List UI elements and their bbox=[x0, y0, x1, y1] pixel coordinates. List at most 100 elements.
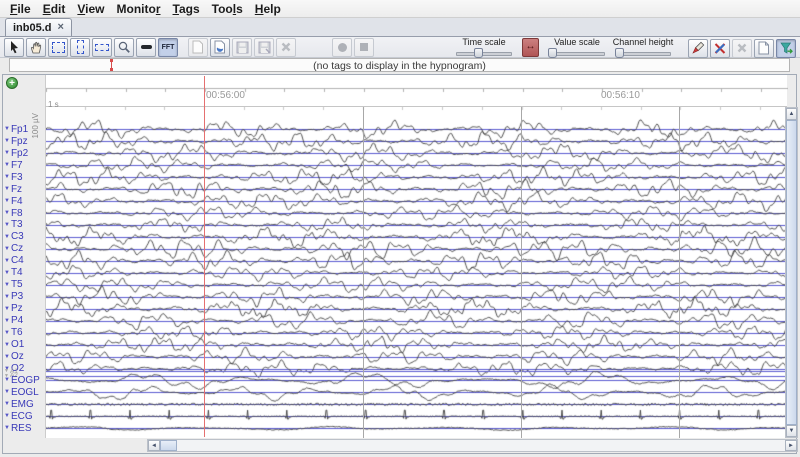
channel-label-cz[interactable]: ▼Cz bbox=[4, 243, 44, 254]
scroll-down-button[interactable]: ▼ bbox=[786, 425, 797, 437]
chevron-down-icon[interactable]: ▼ bbox=[4, 282, 10, 288]
chevron-down-icon[interactable]: ▼ bbox=[4, 234, 10, 240]
tag-page-button[interactable] bbox=[754, 39, 774, 58]
menu-item-monitor[interactable]: Monitor bbox=[111, 2, 167, 16]
add-tag-button[interactable]: + bbox=[6, 77, 18, 89]
channel-label-oz[interactable]: ▼Oz bbox=[4, 351, 44, 362]
page-separator-line bbox=[679, 107, 680, 438]
channel-label-fz[interactable]: ▼Fz bbox=[4, 184, 44, 195]
value-scale-track[interactable] bbox=[549, 48, 605, 58]
magnifier-button[interactable] bbox=[114, 38, 134, 57]
tab-close-icon[interactable]: × bbox=[58, 22, 64, 33]
channel-label-p4[interactable]: ▼P4 bbox=[4, 315, 44, 326]
vertical-scroll-thumb[interactable] bbox=[786, 120, 797, 425]
channel-label-eogp[interactable]: ▼EOGP bbox=[4, 375, 44, 386]
channel-label-t5[interactable]: ▼T5 bbox=[4, 279, 44, 290]
chevron-down-icon[interactable]: ▼ bbox=[4, 246, 10, 252]
channel-label-t3[interactable]: ▼T3 bbox=[4, 219, 44, 230]
chevron-down-icon[interactable]: ▼ bbox=[4, 377, 10, 383]
slider-thumb[interactable] bbox=[548, 48, 557, 58]
channel-label-fpz[interactable]: ▼Fpz bbox=[4, 136, 44, 147]
channel-label-res[interactable]: ▼RES bbox=[4, 423, 44, 434]
channel-label-o1[interactable]: ▼O1 bbox=[4, 339, 44, 350]
chevron-down-icon[interactable]: ▼ bbox=[4, 294, 10, 300]
chevron-down-icon[interactable]: ▼ bbox=[4, 222, 10, 228]
hypnogram-strip[interactable]: (no tags to display in the hypnogram) bbox=[9, 58, 790, 72]
chevron-down-icon[interactable]: ▼ bbox=[4, 354, 10, 360]
menu-item-view[interactable]: View bbox=[71, 2, 110, 16]
channel-label-fp1[interactable]: ▼Fp1 bbox=[4, 124, 44, 135]
filter-funnel-button[interactable] bbox=[776, 39, 796, 58]
tab-inb05d[interactable]: inb05.d × bbox=[5, 18, 72, 36]
chevron-down-icon[interactable]: ▼ bbox=[4, 342, 10, 348]
slider-thumb[interactable] bbox=[474, 48, 483, 58]
scroll-left-button[interactable]: ◄ bbox=[148, 440, 160, 451]
doc-new-button bbox=[188, 38, 208, 57]
horizontal-scroll-thumb[interactable] bbox=[160, 440, 177, 451]
time-scale-slider[interactable]: Time scale bbox=[454, 37, 514, 58]
menu-item-tools[interactable]: Tools bbox=[206, 2, 249, 16]
time-ruler bbox=[45, 75, 787, 107]
chevron-down-icon[interactable]: ▼ bbox=[4, 318, 10, 324]
channel-label-c4[interactable]: ▼C4 bbox=[4, 255, 44, 266]
fit-time-scale-button[interactable]: ↔ bbox=[522, 38, 539, 57]
signal-plot[interactable] bbox=[45, 107, 787, 438]
toolbar: FFT Time scale ↔ Value scale Channel hei… bbox=[0, 37, 800, 58]
tab-bar: inb05.d × bbox=[0, 18, 800, 37]
hand-pan-button[interactable] bbox=[26, 38, 46, 57]
chevron-down-icon[interactable]: ▼ bbox=[4, 413, 10, 419]
channel-height-slider[interactable]: Channel height bbox=[613, 37, 673, 58]
menu-item-help[interactable]: Help bbox=[249, 2, 287, 16]
menu-item-tags[interactable]: Tags bbox=[167, 2, 206, 16]
scroll-up-button[interactable]: ▲ bbox=[786, 108, 797, 120]
value-scale-slider[interactable]: Value scale bbox=[547, 37, 607, 58]
menu-item-file[interactable]: File bbox=[4, 2, 37, 16]
horizontal-scroll-track[interactable] bbox=[177, 440, 785, 451]
chevron-down-icon[interactable]: ▼ bbox=[4, 126, 10, 132]
chevron-down-icon[interactable]: ▼ bbox=[4, 330, 10, 336]
channel-height-track[interactable] bbox=[615, 48, 671, 58]
signal-plot-canvas[interactable] bbox=[46, 107, 788, 438]
chevron-down-icon[interactable]: ▼ bbox=[4, 425, 10, 431]
chevron-down-icon[interactable]: ▼ bbox=[4, 186, 10, 192]
cursor-arrow-button[interactable] bbox=[4, 38, 24, 57]
channel-label-p3[interactable]: ▼P3 bbox=[4, 291, 44, 302]
chevron-down-icon[interactable]: ▼ bbox=[4, 162, 10, 168]
chevron-down-icon[interactable]: ▼ bbox=[4, 174, 10, 180]
montage-pen-button[interactable] bbox=[688, 39, 708, 58]
channel-label-ecg[interactable]: ▼ECG bbox=[4, 411, 44, 422]
fft-button[interactable]: FFT bbox=[158, 38, 178, 57]
channel-label-c3[interactable]: ▼C3 bbox=[4, 231, 44, 242]
time-scale-track[interactable] bbox=[456, 48, 512, 58]
channel-label-eogl[interactable]: ▼EOGL bbox=[4, 387, 44, 398]
menu-item-edit[interactable]: Edit bbox=[37, 2, 72, 16]
chevron-down-icon[interactable]: ▼ bbox=[4, 198, 10, 204]
channel-label-t6[interactable]: ▼T6 bbox=[4, 327, 44, 338]
chevron-down-icon[interactable]: ▼ bbox=[4, 389, 10, 395]
select-region-button[interactable] bbox=[48, 38, 68, 57]
channel-label-emg[interactable]: ▼EMG bbox=[4, 399, 44, 410]
select-row-button[interactable] bbox=[92, 38, 112, 57]
chevron-down-icon[interactable]: ▼ bbox=[4, 150, 10, 156]
chevron-down-icon[interactable]: ▼ bbox=[4, 210, 10, 216]
horizontal-scrollbar[interactable]: ◄ ► bbox=[147, 439, 798, 452]
channel-label-pz[interactable]: ▼Pz bbox=[4, 303, 44, 314]
doc-open-button[interactable] bbox=[210, 38, 230, 57]
select-column-button[interactable] bbox=[70, 38, 90, 57]
channel-label-fp2[interactable]: ▼Fp2 bbox=[4, 148, 44, 159]
measure-button[interactable] bbox=[136, 38, 156, 57]
vertical-scrollbar[interactable]: ▲ ▼ bbox=[785, 107, 798, 438]
channel-label-f7[interactable]: ▼F7 bbox=[4, 160, 44, 171]
slider-thumb[interactable] bbox=[615, 48, 624, 58]
scroll-right-button[interactable]: ► bbox=[785, 440, 797, 451]
channel-label-f4[interactable]: ▼F4 bbox=[4, 196, 44, 207]
chevron-down-icon[interactable]: ▼ bbox=[4, 258, 10, 264]
chevron-down-icon[interactable]: ▼ bbox=[4, 138, 10, 144]
chevron-down-icon[interactable]: ▼ bbox=[4, 270, 10, 276]
chevron-down-icon[interactable]: ▼ bbox=[4, 306, 10, 312]
channel-label-t4[interactable]: ▼T4 bbox=[4, 267, 44, 278]
channel-label-f3[interactable]: ▼F3 bbox=[4, 172, 44, 183]
channel-label-f8[interactable]: ▼F8 bbox=[4, 208, 44, 219]
chevron-down-icon[interactable]: ▼ bbox=[4, 401, 10, 407]
montage-tools-button[interactable] bbox=[710, 39, 730, 58]
